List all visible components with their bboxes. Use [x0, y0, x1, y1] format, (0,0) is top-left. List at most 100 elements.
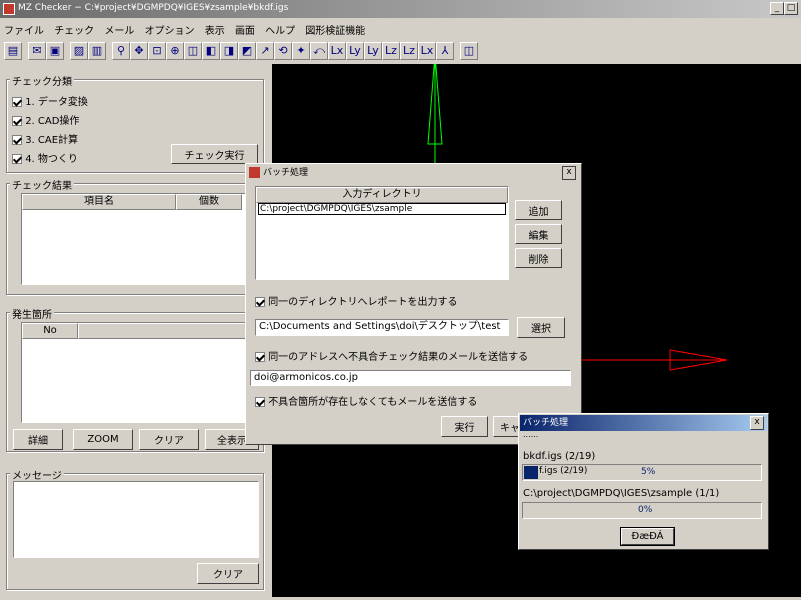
dir-progress-percent: 0%: [638, 505, 653, 515]
maximize-button[interactable]: □: [784, 2, 798, 15]
run-button[interactable]: 実行: [441, 416, 488, 437]
checkbox[interactable]: [255, 297, 265, 307]
message-box[interactable]: [13, 481, 259, 558]
option-label: 不具合箇所が存在しなくてもメールを送信する: [268, 397, 478, 408]
check-result-list[interactable]: 項目名 個数: [21, 193, 257, 285]
close-button[interactable]: x: [562, 166, 576, 180]
checkbox[interactable]: [12, 116, 22, 126]
progress-cancel-button[interactable]: ÐæÐÁ: [621, 528, 674, 545]
menu-check[interactable]: チェック: [54, 22, 94, 37]
checkbox[interactable]: [12, 97, 22, 107]
zoom-icon[interactable]: ⚲: [112, 42, 130, 60]
close-button[interactable]: x: [750, 416, 764, 430]
occurrence-label: 発生箇所: [10, 306, 54, 321]
check-item-cae[interactable]: 3. CAE計算: [12, 131, 78, 146]
mail-address-field[interactable]: doi@armonicos.co.jp: [250, 370, 571, 386]
menu-mail[interactable]: メール: [104, 22, 134, 37]
list-item[interactable]: C:\project\DGMPDQ\IGES\zsample: [258, 203, 506, 215]
file-progress-text: f.igs (2/19): [539, 466, 588, 476]
option-label: 同一のアドレスへ不具合チェック結果のメールを送信する: [268, 352, 529, 363]
star-icon[interactable]: ✦: [292, 42, 310, 60]
app-icon: [249, 167, 260, 178]
zoom-in-icon[interactable]: ⊕: [166, 42, 184, 60]
open-icon[interactable]: ▥: [88, 42, 106, 60]
col-no[interactable]: No: [22, 323, 78, 339]
checkbox[interactable]: [255, 352, 265, 362]
detail-button[interactable]: 詳細: [13, 429, 63, 450]
title-bar: MZ Checker − C:¥project¥DGMPDQ¥IGES¥zsam…: [0, 0, 801, 18]
menu-option[interactable]: オプション: [145, 22, 195, 37]
zoom-button[interactable]: ZOOM: [73, 429, 133, 450]
arrow-icon[interactable]: ↗: [256, 42, 274, 60]
undo-icon[interactable]: ⤺: [310, 42, 328, 60]
col-blank[interactable]: [78, 323, 254, 339]
option-label: 同一のディレクトリへレポートを出力する: [268, 297, 458, 308]
zoom-window-icon[interactable]: ⊡: [148, 42, 166, 60]
cube3-icon[interactable]: ◨: [220, 42, 238, 60]
list-icon[interactable]: ▤: [4, 42, 22, 60]
file-progress-label: bkdf.igs (2/19): [523, 451, 596, 462]
progress-dialog: バッチ処理 x ...... bkdf.igs (2/19) f.igs (2/…: [518, 413, 769, 550]
checkbox[interactable]: [12, 154, 22, 164]
input-dir-list[interactable]: 入力ディレクトリ C:\project\DGMPDQ\IGES\zsample: [255, 186, 509, 280]
dir-progress-bar: 0%: [522, 502, 762, 519]
axis-z-icon[interactable]: Lz: [382, 42, 400, 60]
checkbox[interactable]: [255, 397, 265, 407]
checkbox[interactable]: [12, 135, 22, 145]
file-progress-bar: f.igs (2/19) 5%: [522, 464, 762, 481]
check-item-cad[interactable]: 2. CAD操作: [12, 112, 79, 127]
add-button[interactable]: 追加: [515, 200, 562, 220]
axis-x2-icon[interactable]: Lx: [418, 42, 436, 60]
progress-dialog-titlebar: バッチ処理 x: [520, 415, 767, 431]
menu-view[interactable]: 表示: [205, 22, 225, 37]
check-item-manufacturing[interactable]: 4. 物つくり: [12, 150, 78, 165]
send-mail-option[interactable]: 同一のアドレスへ不具合チェック結果のメールを送信する: [255, 348, 528, 363]
pan-icon[interactable]: ✥: [130, 42, 148, 60]
file-progress-fill: [524, 466, 538, 479]
cube4-icon[interactable]: ◩: [238, 42, 256, 60]
check-item-label: 2. CAD操作: [25, 116, 80, 127]
col-item-name[interactable]: 項目名: [22, 194, 176, 210]
cube2-icon[interactable]: ◧: [202, 42, 220, 60]
window-title: MZ Checker − C:¥project¥DGMPDQ¥IGES¥zsam…: [18, 3, 289, 13]
menu-file[interactable]: ファイル: [4, 22, 44, 37]
axis-y2-icon[interactable]: Ly: [364, 42, 382, 60]
app-icon: [3, 3, 15, 15]
check-category-label: チェック分類: [10, 73, 74, 88]
message-label: メッセージ: [10, 467, 64, 482]
check-run-button[interactable]: チェック実行: [171, 144, 258, 164]
menu-help[interactable]: ヘルプ: [265, 22, 295, 37]
rotate-icon[interactable]: ⟲: [274, 42, 292, 60]
view-icon[interactable]: ▣: [46, 42, 64, 60]
minimize-button[interactable]: _: [770, 2, 784, 15]
window-icon[interactable]: ◫: [460, 42, 478, 60]
check-item-label: 4. 物つくり: [25, 154, 78, 165]
clear-button[interactable]: クリア: [139, 429, 199, 450]
same-dir-report-option[interactable]: 同一のディレクトリへレポートを出力する: [255, 293, 458, 308]
menu-screen[interactable]: 画面: [235, 22, 255, 37]
select-button[interactable]: 選択: [517, 317, 565, 338]
message-clear-button[interactable]: クリア: [197, 563, 259, 584]
axis-x-icon[interactable]: Lx: [328, 42, 346, 60]
check-item-data-conversion[interactable]: 1. データ変換: [12, 93, 88, 108]
col-input-dir[interactable]: 入力ディレクトリ: [256, 187, 508, 203]
progress-dialog-title: バッチ処理: [523, 418, 569, 428]
col-count[interactable]: 個数: [176, 194, 242, 210]
send-even-none-option[interactable]: 不具合箇所が存在しなくてもメールを送信する: [255, 393, 477, 408]
occurrence-list[interactable]: No: [21, 322, 257, 423]
menu-shape-verify[interactable]: 図形検証機能: [305, 22, 365, 37]
toolbar: ▤ ✉ ▣ ▨ ▥ ⚲ ✥ ⊡ ⊕ ◫ ◧ ◨ ◩ ↗ ⟲ ✦ ⤺ Lx Ly …: [0, 41, 801, 63]
mail-icon[interactable]: ✉: [28, 42, 46, 60]
delete-button[interactable]: 削除: [515, 248, 562, 268]
cube1-icon[interactable]: ◫: [184, 42, 202, 60]
batch-dialog: バッチ処理 x 入力ディレクトリ C:\project\DGMPDQ\IGES\…: [245, 163, 582, 445]
axis-y-icon[interactable]: Ly: [346, 42, 364, 60]
save-icon[interactable]: ▨: [70, 42, 88, 60]
axis-iso-icon[interactable]: ⅄: [436, 42, 454, 60]
batch-dialog-title: バッチ処理: [263, 168, 309, 178]
edit-button[interactable]: 編集: [515, 224, 562, 244]
menu-bar: ファイル チェック メール オプション 表示 画面 ヘルプ 図形検証機能: [0, 22, 365, 38]
dir-progress-label: C:\project\DGMPDQ\IGES\zsample (1/1): [523, 488, 720, 499]
axis-z2-icon[interactable]: Lz: [400, 42, 418, 60]
report-path-field[interactable]: C:\Documents and Settings\doi\デスクトップ\tes…: [255, 319, 509, 336]
